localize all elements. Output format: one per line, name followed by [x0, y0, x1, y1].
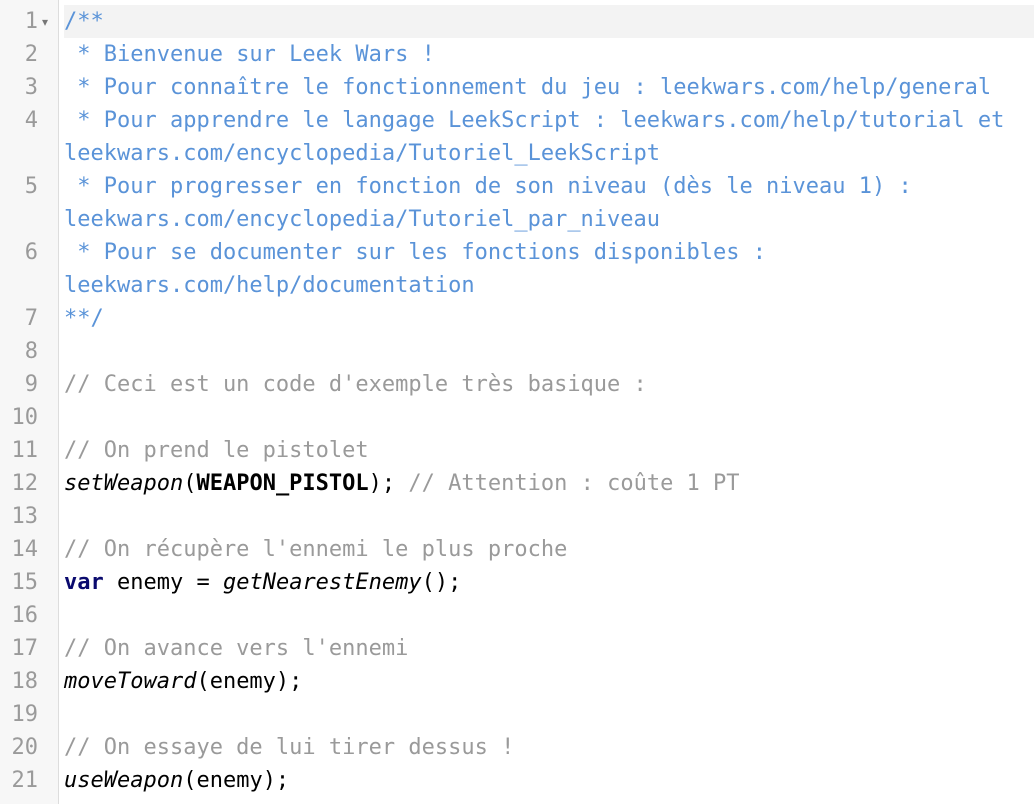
fold-arrow-icon[interactable]: ▾ — [42, 5, 48, 40]
code-line-17[interactable]: 17 // On avance vers l'ennemi — [0, 632, 1034, 665]
code-editor[interactable]: 1 ▾ /** 2 * Bienvenue sur Leek Wars ! 3 … — [0, 5, 1034, 797]
line-number: 2 — [24, 42, 38, 67]
doc-comment-line: * Pour progresser en fonction de son niv… — [64, 174, 912, 199]
doc-comment-line: * Bienvenue sur Leek Wars ! — [64, 42, 435, 67]
code-line-6-wrap[interactable]: leekwars.com/help/documentation — [0, 269, 1034, 302]
line-number: 5 — [24, 174, 38, 199]
code-line-11[interactable]: 11 // On prend le pistolet — [0, 434, 1034, 467]
line-number: 11 — [11, 438, 39, 463]
punctuation: (enemy); — [196, 669, 303, 694]
function-call: useWeapon — [64, 768, 184, 793]
doc-comment-line: * Pour apprendre le langage LeekScript :… — [64, 108, 1005, 133]
code-line-10[interactable]: 10 — [0, 401, 1034, 434]
line-number: 1 — [24, 9, 38, 34]
line-number: 21 — [11, 768, 39, 793]
code-line-18[interactable]: 18 moveToward(enemy); — [0, 665, 1034, 698]
code-line-6[interactable]: 6 * Pour se documenter sur les fonctions… — [0, 236, 1034, 269]
doc-comment-line: /** — [64, 5, 1034, 38]
keyword: var — [64, 570, 104, 595]
plain-code: enemy = — [103, 570, 223, 595]
code-line-5-wrap[interactable]: leekwars.com/encyclopedia/Tutoriel_par_n… — [0, 203, 1034, 236]
function-call: setWeapon — [64, 471, 184, 496]
code-line-4-wrap[interactable]: leekwars.com/encyclopedia/Tutoriel_LeekS… — [0, 137, 1034, 170]
line-number: 6 — [24, 240, 38, 265]
code-line-14[interactable]: 14 // On récupère l'ennemi le plus proch… — [0, 533, 1034, 566]
function-call: moveToward — [64, 669, 197, 694]
doc-comment-wrap: leekwars.com/encyclopedia/Tutoriel_LeekS… — [64, 141, 661, 166]
code-line-2[interactable]: 2 * Bienvenue sur Leek Wars ! — [0, 38, 1034, 71]
punctuation: (); — [421, 570, 462, 595]
code-line-20[interactable]: 20 // On essaye de lui tirer dessus ! — [0, 731, 1034, 764]
line-number: 3 — [24, 75, 38, 100]
code-line-1[interactable]: 1 ▾ /** — [0, 5, 1034, 38]
code-line-13[interactable]: 13 — [0, 500, 1034, 533]
code-line-15[interactable]: 15 var enemy = getNearestEnemy(); — [0, 566, 1034, 599]
punctuation: ); — [368, 471, 409, 496]
code-line-16[interactable]: 16 — [0, 599, 1034, 632]
code-line-3[interactable]: 3 * Pour connaître le fonctionnement du … — [0, 71, 1034, 104]
line-number: 12 — [11, 471, 39, 496]
code-line-8[interactable]: 8 — [0, 335, 1034, 368]
code-line-9[interactable]: 9 // Ceci est un code d'exemple très bas… — [0, 368, 1034, 401]
doc-comment-wrap: leekwars.com/help/documentation — [64, 273, 475, 298]
code-line-4[interactable]: 4 * Pour apprendre le langage LeekScript… — [0, 104, 1034, 137]
doc-comment-line: * Pour connaître le fonctionnement du je… — [64, 75, 992, 100]
line-number: 18 — [11, 669, 39, 694]
doc-comment-line: **/ — [64, 306, 104, 331]
code-line-19[interactable]: 19 — [0, 698, 1034, 731]
punctuation: (enemy); — [183, 768, 290, 793]
function-call: getNearestEnemy — [222, 570, 422, 595]
line-number: 10 — [11, 405, 39, 430]
punctuation: ( — [183, 471, 197, 496]
line-number: 9 — [24, 372, 38, 397]
line-number: 15 — [11, 570, 39, 595]
constant: WEAPON_PISTOL — [196, 471, 369, 496]
code-line-21[interactable]: 21 useWeapon(enemy); — [0, 764, 1034, 797]
line-comment: // On récupère l'ennemi le plus proche — [64, 537, 568, 562]
doc-comment-wrap: leekwars.com/encyclopedia/Tutoriel_par_n… — [64, 207, 661, 232]
line-number: 8 — [24, 339, 38, 364]
line-comment: // On prend le pistolet — [64, 438, 369, 463]
line-number: 16 — [11, 603, 39, 628]
line-comment: // Ceci est un code d'exemple très basiq… — [64, 372, 647, 397]
line-number: 19 — [11, 702, 39, 727]
line-comment: // On avance vers l'ennemi — [64, 636, 409, 661]
line-number: 7 — [24, 306, 38, 331]
code-line-12[interactable]: 12 setWeapon(WEAPON_PISTOL); // Attentio… — [0, 467, 1034, 500]
line-number: 13 — [11, 504, 39, 529]
code-line-7[interactable]: 7 **/ — [0, 302, 1034, 335]
line-comment: // Attention : coûte 1 PT — [408, 471, 740, 496]
line-number: 14 — [11, 537, 39, 562]
code-line-5[interactable]: 5 * Pour progresser en fonction de son n… — [0, 170, 1034, 203]
doc-comment-line: * Pour se documenter sur les fonctions d… — [64, 240, 766, 265]
line-number: 17 — [11, 636, 39, 661]
line-number: 20 — [11, 735, 39, 760]
line-number: 4 — [24, 108, 38, 133]
line-comment: // On essaye de lui tirer dessus ! — [64, 735, 515, 760]
